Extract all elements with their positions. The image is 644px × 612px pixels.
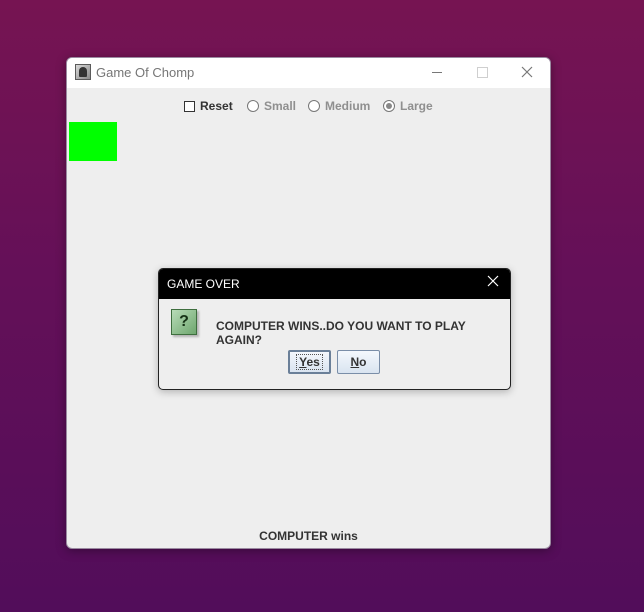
maximize-button[interactable] bbox=[460, 58, 504, 86]
no-rest: o bbox=[359, 355, 367, 369]
dialog-close-button[interactable] bbox=[484, 274, 502, 292]
no-button-label: No bbox=[350, 355, 366, 369]
yes-button[interactable]: Yes bbox=[288, 350, 331, 374]
maximize-icon bbox=[476, 66, 488, 78]
yes-rest: es bbox=[306, 355, 320, 369]
no-button[interactable]: No bbox=[337, 350, 380, 374]
size-radio-large[interactable]: Large bbox=[383, 96, 433, 116]
window-titlebar[interactable]: Game Of Chomp bbox=[67, 58, 550, 88]
close-icon bbox=[521, 66, 533, 78]
radio-circle-medium[interactable] bbox=[308, 100, 320, 112]
yes-button-label: Yes bbox=[296, 354, 323, 370]
minimize-icon bbox=[432, 71, 442, 73]
size-radio-medium[interactable]: Medium bbox=[308, 96, 370, 116]
checkbox-box[interactable] bbox=[184, 100, 195, 112]
radio-circle-small[interactable] bbox=[247, 100, 259, 112]
reset-checkbox[interactable]: Reset bbox=[184, 96, 233, 116]
large-label: Large bbox=[400, 99, 433, 113]
close-icon bbox=[487, 275, 499, 287]
no-mnemonic: N bbox=[350, 355, 360, 369]
window-title: Game Of Chomp bbox=[96, 65, 195, 80]
minimize-button[interactable] bbox=[415, 58, 459, 86]
close-button[interactable] bbox=[505, 58, 549, 86]
small-label: Small bbox=[264, 99, 297, 113]
game-over-dialog: GAME OVER ? COMPUTER WINS..DO YOU WANT T… bbox=[158, 268, 511, 390]
dialog-message: COMPUTER WINS..DO YOU WANT TO PLAY AGAIN… bbox=[216, 319, 466, 347]
status-text: COMPUTER wins bbox=[259, 529, 358, 543]
medium-label: Medium bbox=[325, 99, 371, 113]
reset-label: Reset bbox=[200, 99, 233, 113]
options-row: Reset Small Medium Large bbox=[67, 96, 550, 116]
dialog-titlebar[interactable]: GAME OVER bbox=[159, 269, 510, 299]
radio-circle-large[interactable] bbox=[383, 100, 395, 112]
dialog-title: GAME OVER bbox=[167, 277, 240, 291]
board-square-poison[interactable] bbox=[69, 122, 117, 161]
java-app-icon bbox=[75, 64, 91, 80]
question-icon: ? bbox=[171, 309, 197, 335]
size-radio-small[interactable]: Small bbox=[247, 96, 296, 116]
